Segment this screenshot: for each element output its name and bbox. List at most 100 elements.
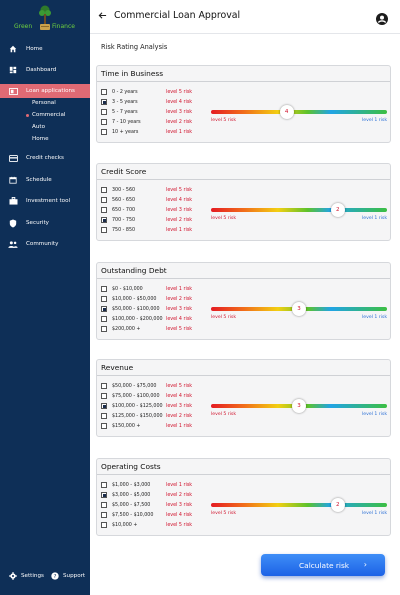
option-checkbox[interactable] <box>101 207 107 213</box>
risk-option[interactable]: $5,000 - $7,500 <box>101 501 150 509</box>
option-checkbox[interactable] <box>101 129 107 135</box>
slider-high-label: level 1 risk <box>362 118 387 123</box>
risk-option[interactable]: 3 - 5 years <box>101 98 138 106</box>
option-label: 750 - 850 <box>112 227 136 233</box>
option-checkbox[interactable] <box>101 227 107 233</box>
sidebar: Green Finance Home Dashboard Loan applic… <box>0 0 90 595</box>
slider-knob[interactable]: 3 <box>292 302 306 316</box>
risk-option[interactable]: 7 - 10 years <box>101 118 141 126</box>
risk-slider[interactable]: 2 <box>211 498 387 512</box>
sidebar-subitem-home[interactable]: Home <box>32 134 49 144</box>
option-risk-level: level 5 risk <box>166 522 193 528</box>
risk-option[interactable]: $3,000 - $5,000 <box>101 491 150 499</box>
support-link[interactable]: ? Support <box>51 572 85 580</box>
option-checkbox[interactable] <box>101 482 107 488</box>
risk-option[interactable]: 560 - 650 <box>101 196 135 204</box>
risk-option[interactable]: $50,000 - $100,000 <box>101 305 160 313</box>
option-checkbox[interactable] <box>101 316 107 322</box>
risk-slider[interactable]: 3 <box>211 399 387 413</box>
risk-option[interactable]: $200,000 + <box>101 325 140 333</box>
option-checkbox[interactable] <box>101 403 107 409</box>
option-checkbox[interactable] <box>101 99 107 105</box>
risk-option[interactable]: $0 - $10,000 <box>101 285 143 293</box>
option-risk-level: level 3 risk <box>166 306 193 312</box>
criterion-title: Outstanding Debt <box>101 266 167 275</box>
risk-slider[interactable]: 2 <box>211 203 387 217</box>
slider-knob[interactable]: 2 <box>330 498 345 512</box>
sidebar-item-schedule[interactable]: Schedule <box>0 173 90 187</box>
option-checkbox[interactable] <box>101 522 107 528</box>
option-checkbox[interactable] <box>101 423 107 429</box>
sidebar-item-loan-applications[interactable]: Loan applications <box>0 84 90 98</box>
account-icon[interactable] <box>376 10 388 25</box>
sidebar-subitem-personal[interactable]: Personal <box>32 98 56 108</box>
risk-option[interactable]: $10,000 - $50,000 <box>101 295 156 303</box>
risk-option[interactable]: $1,000 - $3,000 <box>101 481 150 489</box>
option-checkbox[interactable] <box>101 492 107 498</box>
option-checkbox[interactable] <box>101 512 107 518</box>
option-checkbox[interactable] <box>101 187 107 193</box>
risk-option[interactable]: 5 - 7 years <box>101 108 138 116</box>
sidebar-subitem-commercial[interactable]: Commercial <box>26 110 65 120</box>
option-risk-level: level 1 risk <box>166 482 193 488</box>
risk-option[interactable]: 0 - 2 years <box>101 88 138 96</box>
option-checkbox[interactable] <box>101 393 107 399</box>
sidebar-item-home[interactable]: Home <box>0 42 90 56</box>
slider-high-label: level 1 risk <box>362 315 387 320</box>
criterion-card: Time in Business 0 - 2 years level 5 risk 3… <box>96 65 391 143</box>
slider-knob[interactable]: 4 <box>279 105 294 119</box>
risk-option[interactable]: $150,000 + <box>101 422 140 430</box>
risk-option[interactable]: $100,000 - $125,000 <box>101 402 163 410</box>
option-checkbox[interactable] <box>101 306 107 312</box>
option-risk-level: level 5 risk <box>166 187 193 193</box>
risk-option[interactable]: 750 - 850 <box>101 226 135 234</box>
sidebar-item-community[interactable]: Community <box>0 237 90 251</box>
risk-slider[interactable]: 4 <box>211 105 387 119</box>
sidebar-item-credit-checks[interactable]: Credit checks <box>0 151 90 165</box>
slider-knob[interactable]: 2 <box>330 203 345 217</box>
risk-option[interactable]: $100,000 - $200,000 <box>101 315 163 323</box>
criterion-title: Time in Business <box>101 69 164 78</box>
risk-slider[interactable]: 3 <box>211 302 387 316</box>
subitem-label: Personal <box>32 100 56 106</box>
option-label: 3 - 5 years <box>112 99 138 105</box>
risk-option[interactable]: 700 - 750 <box>101 216 135 224</box>
option-risk-level: level 2 risk <box>166 119 193 125</box>
risk-option[interactable]: $50,000 - $75,000 <box>101 382 156 390</box>
risk-option[interactable]: $7,500 - $10,000 <box>101 511 153 519</box>
option-checkbox[interactable] <box>101 119 107 125</box>
option-checkbox[interactable] <box>101 383 107 389</box>
option-checkbox[interactable] <box>101 89 107 95</box>
risk-option[interactable]: 10 + years <box>101 128 138 136</box>
option-checkbox[interactable] <box>101 197 107 203</box>
risk-option[interactable]: 650 - 700 <box>101 206 135 214</box>
option-label: 650 - 700 <box>112 207 136 213</box>
sidebar-subitem-auto[interactable]: Auto <box>32 122 45 132</box>
option-checkbox[interactable] <box>101 502 107 508</box>
sidebar-item-dashboard[interactable]: Dashboard <box>0 63 90 77</box>
risk-option[interactable]: 300 - 560 <box>101 186 135 194</box>
subitem-label: Home <box>32 136 49 142</box>
option-label: $75,000 - $100,000 <box>112 393 160 399</box>
option-checkbox[interactable] <box>101 413 107 419</box>
risk-option[interactable]: $125,000 - $150,000 <box>101 412 163 420</box>
brand-logo: Green Finance <box>14 4 76 38</box>
sidebar-item-investment-tool[interactable]: Investment tool <box>0 194 90 208</box>
risk-option[interactable]: $10,000 + <box>101 521 137 529</box>
option-checkbox[interactable] <box>101 217 107 223</box>
gear-icon <box>9 572 17 580</box>
option-risk-level: level 1 risk <box>166 423 193 429</box>
option-checkbox[interactable] <box>101 109 107 115</box>
sidebar-item-security[interactable]: Security <box>0 216 90 230</box>
option-checkbox[interactable] <box>101 326 107 332</box>
risk-option[interactable]: $75,000 - $100,000 <box>101 392 160 400</box>
option-checkbox[interactable] <box>101 296 107 302</box>
criterion-card: Operating Costs $1,000 - $3,000 level 1 ri… <box>96 458 391 536</box>
back-arrow-icon[interactable] <box>98 10 107 23</box>
slider-knob[interactable]: 3 <box>292 399 306 413</box>
option-checkbox[interactable] <box>101 286 107 292</box>
calculate-risk-button[interactable]: Calculate risk › <box>261 554 385 576</box>
sidebar-item-label: Investment tool <box>26 198 71 204</box>
option-risk-level: level 1 risk <box>166 227 193 233</box>
settings-link[interactable]: Settings <box>9 572 44 580</box>
